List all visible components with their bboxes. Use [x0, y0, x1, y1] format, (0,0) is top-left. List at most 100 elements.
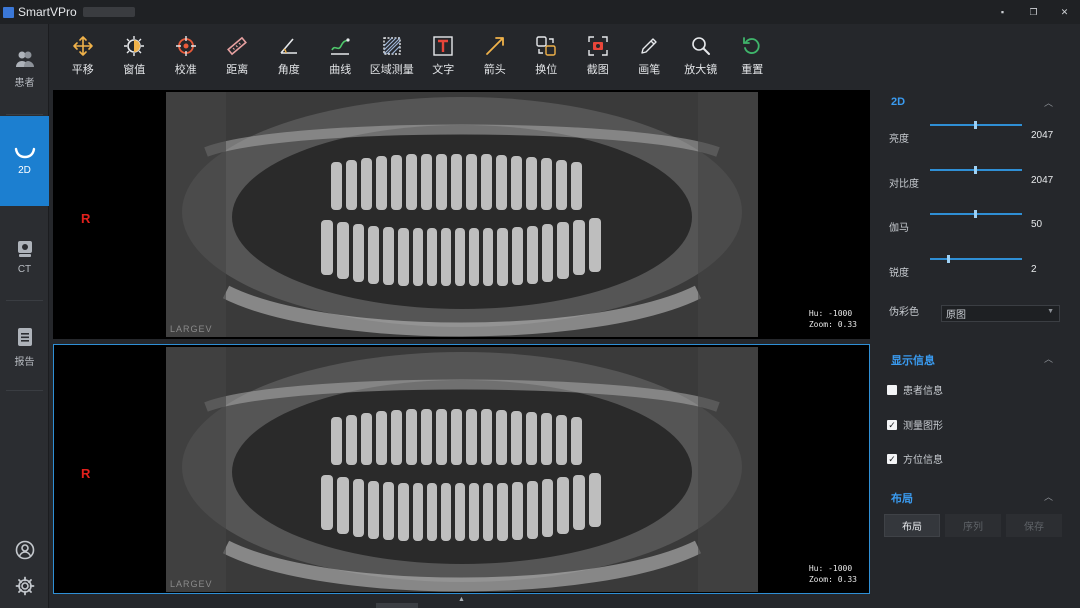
restore-icon: ❐: [1029, 6, 1038, 17]
tool-window-level-button[interactable]: 窗值: [109, 24, 161, 88]
slider-thumb[interactable]: [947, 255, 950, 263]
title-bar: SmartVPro ▪ ❐ ✕: [0, 0, 1080, 24]
brightness-slider[interactable]: [930, 121, 1022, 129]
restore-button[interactable]: ❐: [1018, 0, 1049, 24]
pen-icon: [641, 38, 657, 54]
zoom-readout: Zoom: 0.33: [808, 575, 857, 584]
dropdown-chevron-icon: ▼: [1047, 308, 1054, 315]
contrast-label: 对比度: [889, 179, 919, 190]
panoramic-xray-image[interactable]: LARGEV: [166, 347, 758, 592]
hu-readout: Hu: -1000: [808, 564, 853, 573]
tool-screenshot-button[interactable]: 截图: [572, 24, 624, 88]
sharpness-label: 锐度: [889, 268, 909, 279]
orientation-info-checkbox-row[interactable]: ✓ 方位信息: [887, 451, 943, 466]
tool-distance-button[interactable]: 距离: [212, 24, 264, 88]
left-nav: 患者 2D CT 报告: [0, 24, 49, 608]
tool-label: 区域测量: [369, 64, 414, 76]
gamma-slider[interactable]: [930, 210, 1022, 218]
tool-angle-button[interactable]: 角度: [263, 24, 315, 88]
section-display-title: 显示信息: [891, 355, 935, 367]
bottom-panel-handle[interactable]: [376, 603, 418, 608]
report-icon: [17, 327, 32, 346]
sequence-button[interactable]: 序列: [945, 514, 1001, 537]
gamma-label: 伽马: [889, 223, 909, 234]
tool-label: 曲线: [329, 64, 352, 76]
tool-swap-button[interactable]: 换位: [521, 24, 573, 88]
tool-curve-button[interactable]: 曲线: [315, 24, 367, 88]
measure-graphics-checkbox-row[interactable]: ✓ 测量图形: [887, 417, 943, 432]
viewport-top[interactable]: LARGEV R Hu: -1000 Zoom: 0.33: [53, 90, 870, 339]
sharpness-slider[interactable]: [930, 255, 1022, 263]
minimize-button[interactable]: ▪: [987, 0, 1018, 24]
settings-button[interactable]: [0, 576, 49, 596]
patient-info-checkbox-row[interactable]: 患者信息: [887, 382, 943, 397]
redacted-title-text: [82, 7, 135, 17]
xray-brand-label: LARGEV: [170, 324, 213, 334]
settings-gear-icon: [15, 576, 34, 596]
contrast-slider[interactable]: [930, 166, 1022, 174]
section-layout-title: 布局: [891, 493, 913, 505]
tool-arrow-button[interactable]: 箭头: [469, 24, 521, 88]
nav-label-ct: CT: [17, 263, 32, 275]
nav-item-report[interactable]: 报告: [0, 302, 49, 392]
layout-button[interactable]: 布局: [884, 514, 940, 537]
expand-caret-icon[interactable]: ▲: [458, 596, 465, 603]
nav-divider: [6, 390, 43, 391]
tool-label: 放大镜: [684, 64, 718, 76]
nav-item-2d[interactable]: 2D: [0, 116, 49, 206]
text-icon: [433, 36, 453, 56]
save-button[interactable]: 保存: [1006, 514, 1062, 537]
nav-label-2d: 2D: [18, 164, 31, 176]
angle-icon: [280, 38, 297, 54]
nav-label-report: 报告: [14, 356, 35, 368]
tool-label: 换位: [535, 64, 558, 76]
tool-label: 截图: [586, 64, 609, 76]
user-icon: [15, 540, 34, 560]
orientation-info-checkbox[interactable]: ✓: [887, 453, 897, 464]
reset-icon: [743, 37, 760, 54]
xray-brand-label: LARGEV: [170, 579, 213, 589]
pseudocolor-select[interactable]: 原图 ▼: [941, 305, 1060, 322]
viewport-info: Hu: -1000 Zoom: 0.33: [809, 308, 857, 330]
tool-calibrate-button[interactable]: 校准: [160, 24, 212, 88]
user-button[interactable]: [0, 540, 49, 560]
calibrate-icon: [175, 36, 196, 56]
window-level-icon: [124, 36, 145, 56]
nav-item-patients[interactable]: 患者: [0, 24, 49, 114]
swap-icon: [536, 36, 556, 56]
layout-buttons: 布局 序列 保存: [884, 514, 1062, 537]
nav-divider: [6, 114, 43, 115]
tool-move-button[interactable]: 平移: [57, 24, 109, 88]
minimize-icon: ▪: [1000, 7, 1005, 17]
arrow-icon: [485, 37, 504, 55]
ruler-icon: [227, 36, 248, 56]
measure-graphics-checkbox[interactable]: ✓: [887, 419, 897, 430]
tool-magnifier-button[interactable]: 放大镜: [675, 24, 727, 88]
tool-text-button[interactable]: 文字: [418, 24, 470, 88]
tool-reset-button[interactable]: 重置: [727, 24, 779, 88]
collapse-layout-chevron-icon[interactable]: ︿: [1044, 490, 1053, 503]
image-viewer: LARGEV R Hu: -1000 Zoom: 0.33 LARGEV R H…: [53, 90, 870, 595]
tool-label: 重置: [741, 64, 764, 76]
slider-thumb[interactable]: [974, 166, 977, 174]
app-title: SmartVPro: [18, 5, 77, 19]
viewport-info: Hu: -1000 Zoom: 0.33: [809, 563, 857, 585]
gamma-value: 50: [1031, 219, 1043, 230]
collapse-display-chevron-icon[interactable]: ︿: [1044, 352, 1053, 365]
tool-label: 校准: [174, 64, 197, 76]
tool-area-measure-button[interactable]: 区域测量: [366, 24, 418, 88]
patient-info-checkbox[interactable]: [887, 384, 897, 395]
collapse-2d-chevron-icon[interactable]: ︿: [1044, 96, 1053, 109]
panoramic-xray-image[interactable]: LARGEV: [166, 92, 758, 337]
slider-thumb[interactable]: [974, 210, 977, 218]
slider-thumb[interactable]: [974, 121, 977, 129]
sharpness-value: 2: [1031, 264, 1037, 275]
tool-pen-button[interactable]: 画笔: [624, 24, 676, 88]
viewport-bottom-selected[interactable]: LARGEV R Hu: -1000 Zoom: 0.33: [53, 344, 870, 594]
brightness-label: 亮度: [889, 134, 909, 145]
nav-item-ct[interactable]: CT: [0, 212, 49, 302]
xray-graphic: [166, 347, 758, 592]
close-button[interactable]: ✕: [1049, 0, 1080, 24]
tool-label: 距离: [226, 64, 249, 76]
pseudocolor-value: 原图: [946, 310, 966, 321]
